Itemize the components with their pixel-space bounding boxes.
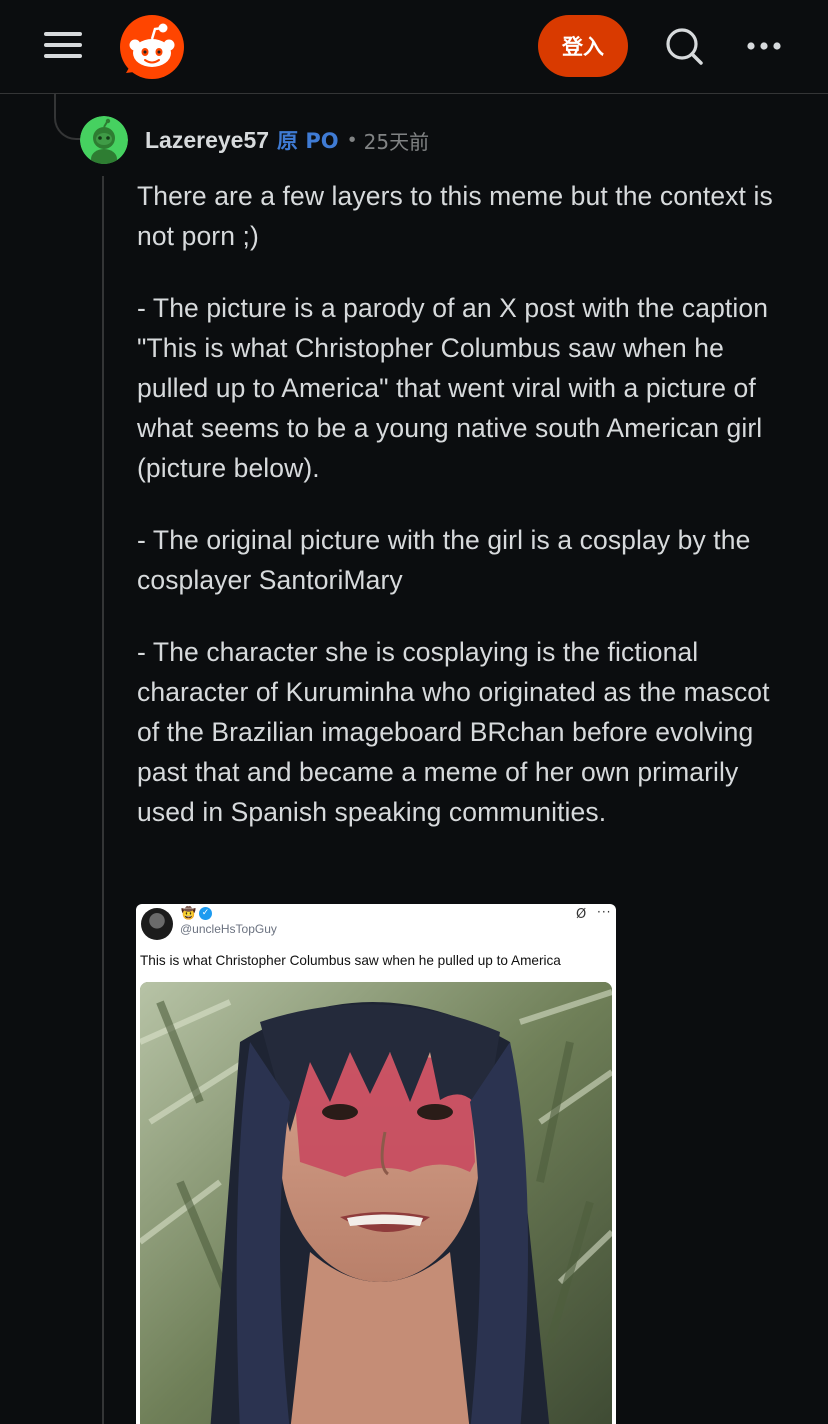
embed-more-icon: ··· — [597, 905, 612, 919]
user-avatar[interactable] — [80, 116, 128, 164]
embed-caption: This is what Christopher Columbus saw wh… — [140, 953, 561, 968]
comment-image[interactable]: 🤠 ✓ @uncleHsTopGuy Ø ··· This is what Ch… — [136, 904, 616, 1424]
op-badge: 原 PO — [277, 129, 339, 153]
embed-avatar — [141, 908, 173, 940]
comment-paragraph: - The original picture with the girl is … — [137, 525, 751, 595]
comment-paragraph: - The picture is a parody of an X post w… — [137, 293, 769, 483]
username-link[interactable]: Lazereye57 — [145, 127, 269, 154]
comment-meta: Lazereye57 原 PO • 25天前 — [145, 124, 429, 156]
reddit-logo-icon[interactable] — [118, 13, 186, 81]
grok-icon: Ø — [576, 907, 587, 922]
comment-timestamp: 25天前 — [363, 129, 430, 154]
hamburger-menu-icon[interactable] — [44, 28, 84, 62]
comment-body: There are a few layers to this meme but … — [137, 176, 797, 864]
meta-separator: • — [348, 128, 356, 151]
thread-connector — [54, 94, 84, 140]
top-navigation-bar: 登入 — [0, 0, 828, 94]
verified-badge-icon: ✓ — [199, 907, 212, 920]
cowboy-emoji-icon: 🤠 — [181, 906, 196, 920]
comment-paragraph: - The character she is cosplaying is the… — [137, 637, 770, 827]
login-button[interactable]: 登入 — [538, 15, 628, 77]
embed-handle: @uncleHsTopGuy — [180, 922, 277, 936]
comment-paragraph: There are a few layers to this meme but … — [137, 181, 773, 251]
more-options-icon[interactable] — [745, 34, 785, 58]
embed-photo — [140, 982, 612, 1424]
search-icon[interactable] — [664, 26, 704, 66]
thread-line[interactable] — [102, 176, 104, 1424]
